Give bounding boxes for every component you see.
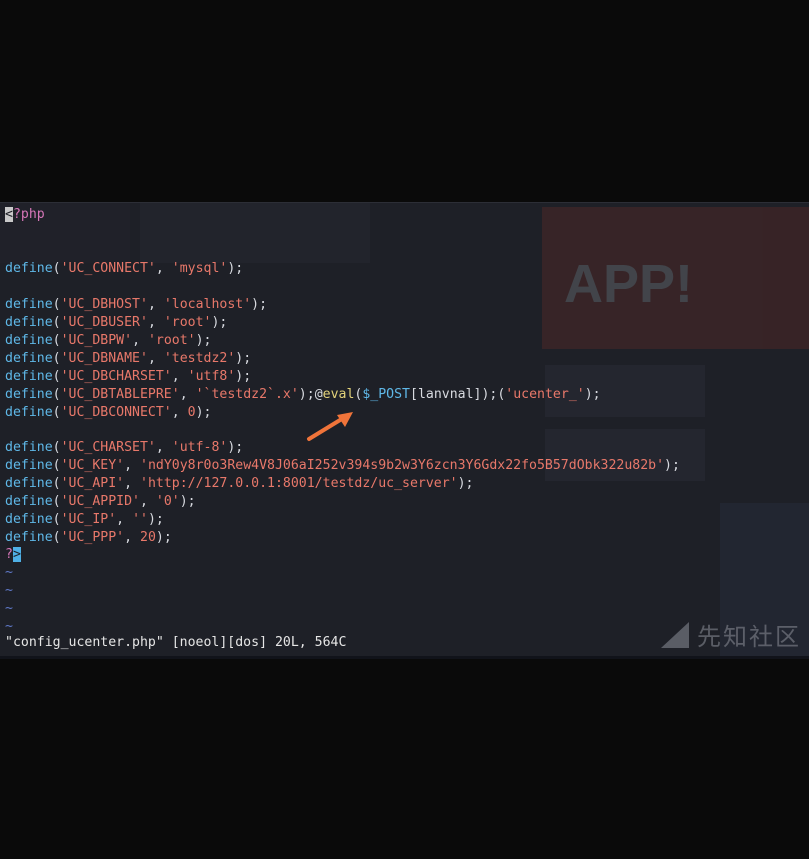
empty-line-tilde: ~ — [5, 601, 13, 616]
code-line[interactable]: define('UC_DBNAME', 'testdz2'); — [5, 350, 251, 368]
code-line[interactable]: define('UC_KEY', 'ndY0y8r0o3Rew4V8J06aI2… — [5, 457, 680, 475]
code-line[interactable]: define('UC_IP', ''); — [5, 511, 164, 529]
arrow-pointer-icon — [307, 412, 353, 441]
code-line[interactable]: define('UC_DBPW', 'root'); — [5, 332, 211, 350]
empty-line-tilde: ~ — [5, 583, 13, 598]
terminal-window: APP! 先知社区 <?php define('UC_CONNECT', 'my… — [0, 202, 809, 657]
php-open-tag: <?php — [5, 207, 45, 222]
code-line[interactable]: define('UC_DBCONNECT', 0); — [5, 404, 211, 422]
watermark-logo-icon — [661, 622, 689, 648]
empty-line-tilde: ~ — [5, 565, 13, 580]
match-highlight: > — [12, 547, 21, 562]
code-line-open-tag[interactable]: <?php — [5, 206, 45, 224]
code-line-close-tag[interactable]: ?> — [5, 546, 21, 564]
post-key: lanvnal — [417, 387, 474, 402]
background-ad-banner-ghost: APP! — [542, 207, 809, 349]
watermark: 先知社区 — [661, 617, 801, 652]
code-line-injected[interactable]: define('UC_DBTABLEPRE', '`testdz2`.x');@… — [5, 386, 601, 404]
eval-call: eval — [322, 387, 355, 402]
post-variable: $_POST — [362, 387, 410, 402]
code-line[interactable]: define('UC_APPID', '0'); — [5, 493, 196, 511]
code-line[interactable]: define('UC_DBUSER', 'root'); — [5, 314, 227, 332]
code-line[interactable]: define('UC_PPP', 20); — [5, 529, 172, 547]
code-line[interactable]: define('UC_DBHOST', 'localhost'); — [5, 296, 267, 314]
php-close-tag: ?> — [5, 547, 21, 562]
code-line[interactable]: define('UC_API', 'http://127.0.0.1:8001/… — [5, 475, 474, 493]
code-line[interactable]: define('UC_DBCHARSET', 'utf8'); — [5, 368, 251, 386]
cursor: < — [5, 207, 13, 222]
terminal-bottom-edge — [0, 656, 809, 659]
background-text-ghost — [140, 203, 370, 263]
code-line[interactable]: define('UC_CHARSET', 'utf-8'); — [5, 439, 243, 457]
code-line[interactable]: define('UC_CONNECT', 'mysql'); — [5, 260, 243, 278]
status-line: "config_ucenter.php" [noeol][dos] 20L, 5… — [5, 635, 347, 650]
